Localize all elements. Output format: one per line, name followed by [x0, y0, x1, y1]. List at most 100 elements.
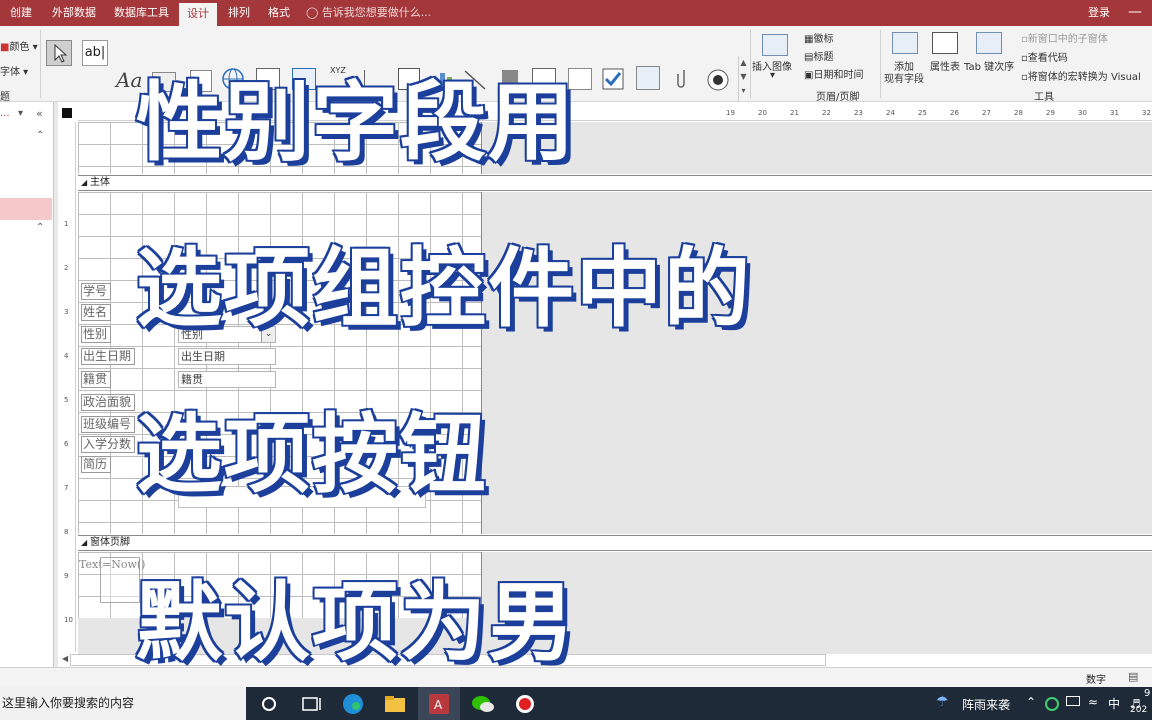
ruler-tick-label: 3 [64, 308, 69, 316]
label-political-status[interactable]: 政治面貌 [81, 394, 135, 411]
date-time-button[interactable]: ▣日期和时间 [804, 66, 863, 81]
weather-text[interactable]: 阵雨来袭 [962, 696, 1010, 713]
nav-group-collapse-icon[interactable]: ⌃ [36, 130, 44, 141]
login-button[interactable]: 登录 [1088, 0, 1110, 26]
group-separator [750, 30, 751, 98]
status-app-icon[interactable] [1044, 696, 1060, 712]
header-empty-area [482, 122, 1152, 174]
ruler-tick-label: 4 [64, 352, 69, 360]
tab-order-icon[interactable] [976, 32, 1002, 54]
ruler-tick-label: 19 [726, 109, 735, 117]
form-selector[interactable] [62, 108, 72, 118]
weather-umbrella-icon: ☂ [936, 694, 949, 710]
file-explorer-icon[interactable] [378, 691, 412, 717]
ruler-tick-label: 20 [758, 109, 767, 117]
wechat-icon[interactable] [466, 691, 500, 717]
attachment-icon[interactable] [672, 66, 692, 92]
vertical-ruler: 1 2 3 4 5 6 7 8 9 10 [62, 122, 76, 652]
access-app-active[interactable]: A [418, 687, 460, 720]
gallery-scroll[interactable]: ▲ ▼ ▾ [738, 56, 748, 104]
textbox-control[interactable]: ab| [82, 40, 108, 66]
insert-image-dropdown-icon[interactable]: ▾ [770, 70, 775, 81]
property-sheet-button[interactable]: 属性表 [930, 58, 960, 73]
new-subform-button[interactable]: ▫新窗口中的子窗体 [1021, 30, 1108, 45]
birth-date-textbox[interactable]: 出生日期 [178, 348, 276, 365]
add-existing-fields-icon[interactable] [892, 32, 918, 54]
tab-design[interactable]: 设计 [179, 3, 217, 26]
task-view-icon[interactable] [294, 691, 328, 717]
unbound-object-frame-icon[interactable] [636, 66, 660, 90]
view-code-button[interactable]: ▫查看代码 [1021, 49, 1068, 64]
checkbox-icon[interactable] [600, 66, 626, 92]
network-icon[interactable]: ≈ [1088, 695, 1098, 709]
label-resume[interactable]: 简历 [81, 456, 111, 473]
logo-button[interactable]: ▦徽标 [804, 30, 833, 45]
label-native-place[interactable]: 籍贯 [81, 371, 111, 388]
detail-section-bar[interactable]: ◢ 主体 [78, 175, 1152, 191]
caption-line-3: 选项按钮 [135, 404, 488, 507]
theme-colors-button[interactable]: ■颜色 ▾ [0, 38, 38, 53]
ruler-tick-label: 7 [64, 484, 69, 492]
select-pointer-control[interactable] [46, 40, 72, 66]
label-student-id[interactable]: 学号 [81, 283, 111, 300]
minimize-ribbon-icon[interactable]: — [1128, 0, 1142, 26]
nav-group-collapse-icon[interactable]: ⌃ [36, 222, 44, 233]
add-existing-fields-line2[interactable]: 现有字段 [884, 70, 924, 85]
nav-selected-item[interactable] [0, 198, 52, 220]
label-class-id[interactable]: 班级编号 [81, 416, 135, 433]
macro-icon: ▫ [1021, 72, 1028, 83]
access-icon: A [429, 694, 449, 714]
tell-me-box[interactable]: ◯ 告诉我您想要做什么... [306, 0, 431, 26]
tab-arrange[interactable]: 排列 [220, 0, 258, 26]
group-separator [880, 30, 881, 98]
caption-line-2: 选项组控件中的 [135, 238, 752, 341]
ruler-tick-label: 10 [64, 616, 73, 624]
ruler-tick-label: 21 [790, 109, 799, 117]
option-button-icon[interactable] [704, 66, 732, 94]
battery-icon[interactable] [1066, 696, 1080, 706]
record-icon[interactable] [508, 691, 542, 717]
header-footer-group-label: 页眉/页脚 [816, 92, 860, 103]
caption-line-4: 默认项为男 [135, 572, 576, 675]
tab-format[interactable]: 格式 [260, 0, 298, 26]
edge-browser-icon[interactable] [336, 691, 370, 717]
ruler-tick-label: 5 [64, 396, 69, 404]
title-button[interactable]: ▤标题 [804, 48, 833, 63]
clock-date[interactable]: 202 [1130, 705, 1152, 715]
label-entry-score[interactable]: 入学分数 [81, 436, 135, 453]
ruler-tick-label: 28 [1014, 109, 1023, 117]
footer-now-textbox[interactable]: =Now() [100, 557, 145, 603]
cortana-icon[interactable] [252, 691, 286, 717]
label-name[interactable]: 姓名 [81, 304, 111, 321]
clock-time[interactable]: 9 [1144, 688, 1150, 699]
tab-database-tools[interactable]: 数据库工具 [106, 0, 177, 26]
tab-external-data[interactable]: 外部数据 [44, 0, 104, 26]
nav-menu-icon[interactable]: ▾ [18, 108, 23, 119]
tab-order-button[interactable]: Tab 键次序 [964, 58, 1014, 73]
tell-me-placeholder: 告诉我您想要做什么... [321, 6, 432, 19]
ruler-tick-label: 26 [950, 109, 959, 117]
ruler-tick-label: 29 [1046, 109, 1055, 117]
property-sheet-icon[interactable] [932, 32, 958, 54]
label-birth-date[interactable]: 出生日期 [81, 348, 135, 365]
ruler-tick-label: 22 [822, 109, 831, 117]
collapse-pane-icon[interactable]: « [36, 107, 43, 120]
tab-create[interactable]: 创建 [2, 0, 40, 26]
design-view-icon[interactable]: ▤ [1128, 670, 1138, 683]
ruler-tick-label: 8 [64, 528, 69, 536]
caption-line-1: 性别字段用 [135, 72, 576, 175]
show-hidden-icons[interactable]: ⌃ [1026, 695, 1036, 709]
section-marker-icon: ◢ [81, 178, 88, 187]
form-footer-section-bar[interactable]: ◢ 窗体页脚 [78, 535, 1152, 551]
ime-indicator[interactable]: 中 [1108, 695, 1120, 712]
scroll-left-icon[interactable]: ◀ [62, 654, 68, 663]
tools-group-label: 工具 [1034, 92, 1054, 103]
num-lock-indicator: 数字 [1086, 675, 1106, 686]
label-gender[interactable]: 性别 [81, 326, 111, 343]
theme-fonts-button[interactable]: 字体 ▾ [0, 63, 28, 78]
insert-image-icon[interactable] [762, 34, 788, 56]
convert-macros-button[interactable]: ▫将窗体的宏转换为 Visual [1021, 68, 1141, 83]
nav-ellipsis[interactable]: ... [0, 108, 10, 119]
ruler-tick-label: 23 [854, 109, 863, 117]
taskbar-search-input[interactable]: 这里输入你要搜索的内容 [0, 687, 246, 720]
